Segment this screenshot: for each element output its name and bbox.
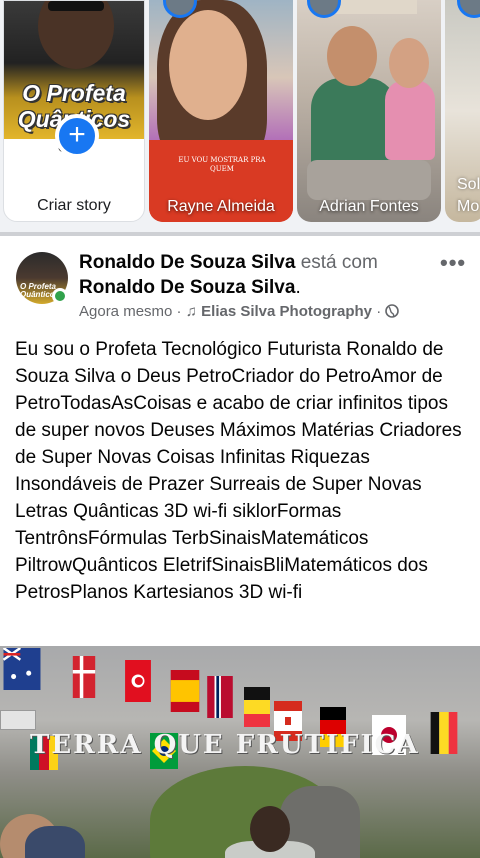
story-person-face: [327, 26, 377, 86]
add-story-plus-icon[interactable]: +: [55, 114, 99, 158]
story-face: [169, 10, 247, 120]
person: [250, 806, 290, 852]
person: [25, 826, 85, 858]
tagged-suffix: .: [295, 277, 301, 298]
sunglasses: [48, 1, 104, 11]
post-body-text: Eu sou o Profeta Tecnológico Futurista R…: [15, 339, 462, 603]
story-name: Adrian Fontes: [319, 198, 419, 215]
flag-spain-icon: [170, 670, 200, 712]
photo-banner-text: TERRA QUE FRUTIFICA: [30, 730, 420, 760]
flag-australia-icon: [2, 648, 41, 690]
flag-tunisia-icon: [125, 660, 151, 702]
story-person2-body: [385, 80, 435, 160]
story-caption: EU VOU MOSTRAR PRA QUEM: [178, 156, 266, 173]
with-text: está com: [295, 252, 378, 273]
author-name[interactable]: Ronaldo De Souza Silva: [79, 252, 295, 273]
story-card-rayne[interactable]: EU VOU MOSTRAR PRA QUEM Rayne Almeida: [149, 0, 293, 222]
meta-separator: ·: [372, 303, 386, 320]
story-card-adrian[interactable]: Adrian Fontes: [297, 0, 441, 222]
story-name: Sol Mo: [457, 176, 480, 215]
post-meta: Agora mesmo · ♫ Elias Silva Photography …: [79, 303, 400, 320]
air-conditioner: [0, 710, 36, 730]
meta-separator: ·: [172, 303, 186, 320]
create-story-label: Criar story: [37, 197, 111, 214]
online-status-dot: [52, 288, 68, 304]
story-legs: [307, 160, 431, 200]
section-divider: [0, 232, 480, 236]
music-icon: ♫: [185, 303, 197, 320]
post-header: Ronaldo De Souza Silva está com Ronaldo …: [79, 250, 449, 300]
flag-belgium-icon: [430, 712, 458, 754]
globe-icon: [385, 304, 400, 318]
flag-belgium-icon: [244, 687, 270, 727]
story-person2-face: [389, 38, 429, 88]
create-thumb-line1: O Profeta: [22, 80, 126, 106]
photographer-link[interactable]: Elias Silva Photography: [201, 303, 372, 320]
tagged-name[interactable]: Ronaldo De Souza Silva: [79, 277, 295, 298]
story-name: Rayne Almeida: [167, 198, 275, 215]
post-photo[interactable]: TERRA QUE FRUTIFICA: [0, 646, 480, 858]
post-time[interactable]: Agora mesmo: [79, 303, 172, 320]
story-avatar-ring: [457, 0, 480, 18]
more-options-icon[interactable]: •••: [440, 250, 466, 276]
story-card-partial[interactable]: Sol Mo: [445, 0, 480, 222]
flag-norway-icon: [207, 676, 233, 718]
story-avatar-ring: [307, 0, 341, 18]
create-story-card[interactable]: O Profeta Quânticos 3D + Criar story: [3, 0, 145, 222]
stories-strip: O Profeta Quânticos 3D + Criar story EU …: [0, 0, 480, 232]
flag-denmark-icon: [72, 656, 96, 698]
